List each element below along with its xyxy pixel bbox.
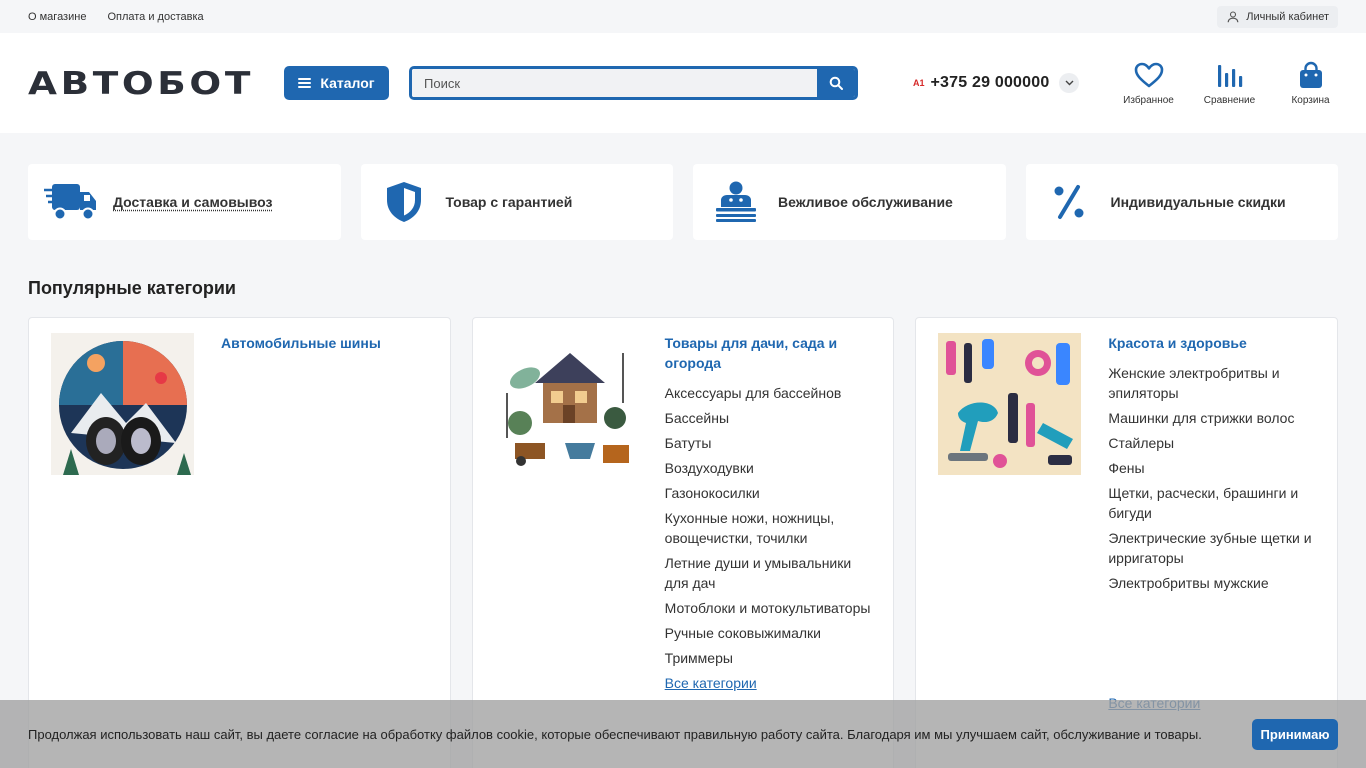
all-categories-link-garden[interactable]: Все категории [665,673,878,693]
features-row: Доставка и самовывоз Товар с гарантией В… [0,133,1366,240]
account-label: Личный кабинет [1246,10,1329,23]
heart-icon [1134,62,1163,87]
cart-label: Корзина [1291,94,1330,106]
subcategory-item[interactable]: Машинки для стрижки волос [1108,408,1321,428]
feature-warranty-label: Товар с гарантией [445,194,573,210]
delivery-truck-icon [44,184,96,221]
cookie-accept-button[interactable]: Принимаю [1252,718,1338,750]
top-bar: О магазине Оплата и доставка Личный каби… [0,0,1366,33]
feature-delivery[interactable]: Доставка и самовывоз [28,164,341,240]
feature-warranty: Товар с гарантией [360,164,673,240]
phone-dropdown-button[interactable] [1059,73,1080,93]
header: АВТОБОТ Каталог A1 +375 29 000000 Избран… [0,33,1366,133]
feature-service-label: Вежливое обслуживание [778,194,953,210]
phone-block: A1 +375 29 000000 [913,73,1080,93]
user-icon [1227,10,1239,22]
operator-logo: A1 [913,78,925,88]
link-about[interactable]: О магазине [28,11,86,23]
categories-grid: Автомобильные шины Товары для дачи, сада… [0,299,1366,768]
cart-icon [1299,61,1322,88]
subcategory-item[interactable]: Бассейны [665,408,878,428]
favorites-button[interactable]: Избранное [1108,61,1189,106]
cookie-banner: Продолжая использовать наш сайт, вы дает… [0,700,1366,768]
subcategory-item[interactable]: Щетки, расчески, брашинги и бигуди [1108,483,1321,523]
logo-text: АВТОБОТ [28,69,254,97]
subcategory-item[interactable]: Электрические зубные щетки и ирригаторы [1108,528,1321,568]
subcategory-item[interactable]: Фены [1108,458,1321,478]
subcategory-item[interactable]: Стайлеры [1108,433,1321,453]
shield-icon [386,182,421,222]
feature-service: Вежливое обслуживание [693,164,1006,240]
feature-discounts: Индивидуальные скидки [1025,164,1338,240]
burger-icon [298,78,312,88]
category-image-garden[interactable] [494,333,638,475]
favorites-label: Избранное [1123,94,1174,106]
percent-icon [1054,185,1083,219]
subcategory-item[interactable]: Триммеры [665,648,878,668]
cookie-text: Продолжая использовать наш сайт, вы дает… [28,726,1202,742]
popular-categories-title: Популярные категории [28,278,236,298]
catalog-label: Каталог [320,75,375,91]
subcategory-item[interactable]: Электробритвы мужские [1108,573,1321,593]
subcategory-item[interactable]: Газонокосилки [665,483,878,503]
compare-label: Сравнение [1203,94,1256,106]
subcategory-item[interactable]: Батуты [665,433,878,453]
category-title-garden[interactable]: Товары для дачи, сада и огорода [665,333,878,373]
link-payment-delivery[interactable]: Оплата и доставка [107,11,203,23]
search-icon [829,76,843,90]
subcategory-item[interactable]: Ручные соковыжималки [665,623,878,643]
phone-number[interactable]: +375 29 000000 [931,74,1050,92]
subcategory-item[interactable]: Летние души и умывальники для дач [665,553,878,593]
category-title-tires[interactable]: Автомобильные шины [221,333,381,353]
subcategory-item[interactable]: Кухонные ножи, ножницы, овощечистки, точ… [665,508,878,548]
category-image-tires[interactable] [51,333,194,475]
account-button[interactable]: Личный кабинет [1217,5,1338,28]
cart-button[interactable]: Корзина [1270,61,1351,106]
top-links: О магазине Оплата и доставка [28,11,204,23]
compare-icon [1217,64,1242,87]
chevron-down-icon [1065,80,1074,86]
search-bar [409,66,858,100]
subcategory-item[interactable]: Аксессуары для бассейнов [665,383,878,403]
subcategory-list-beauty: Женские электробритвы и эпиляторы Машинк… [1108,363,1321,593]
subcategory-item[interactable]: Воздуходувки [665,458,878,478]
feature-delivery-label[interactable]: Доставка и самовывоз [113,194,273,210]
search-button[interactable] [817,69,855,97]
compare-button[interactable]: Сравнение [1189,61,1270,106]
category-title-beauty[interactable]: Красота и здоровье [1108,333,1321,353]
header-actions: Избранное Сравнение Корзина [1108,61,1351,106]
catalog-button[interactable]: Каталог [284,66,389,100]
search-input[interactable] [412,69,817,97]
subcategory-list-garden: Аксессуары для бассейнов Бассейны Батуты… [665,383,878,668]
logo-wordmark: АВТОБОТ [28,69,254,97]
logo[interactable]: АВТОБОТ [28,69,254,97]
service-icon [716,181,756,222]
feature-discounts-label: Индивидуальные скидки [1110,194,1286,210]
subcategory-item[interactable]: Мотоблоки и мотокультиваторы [665,598,878,618]
subcategory-item[interactable]: Женские электробритвы и эпиляторы [1108,363,1321,403]
category-image-beauty[interactable] [938,333,1082,475]
